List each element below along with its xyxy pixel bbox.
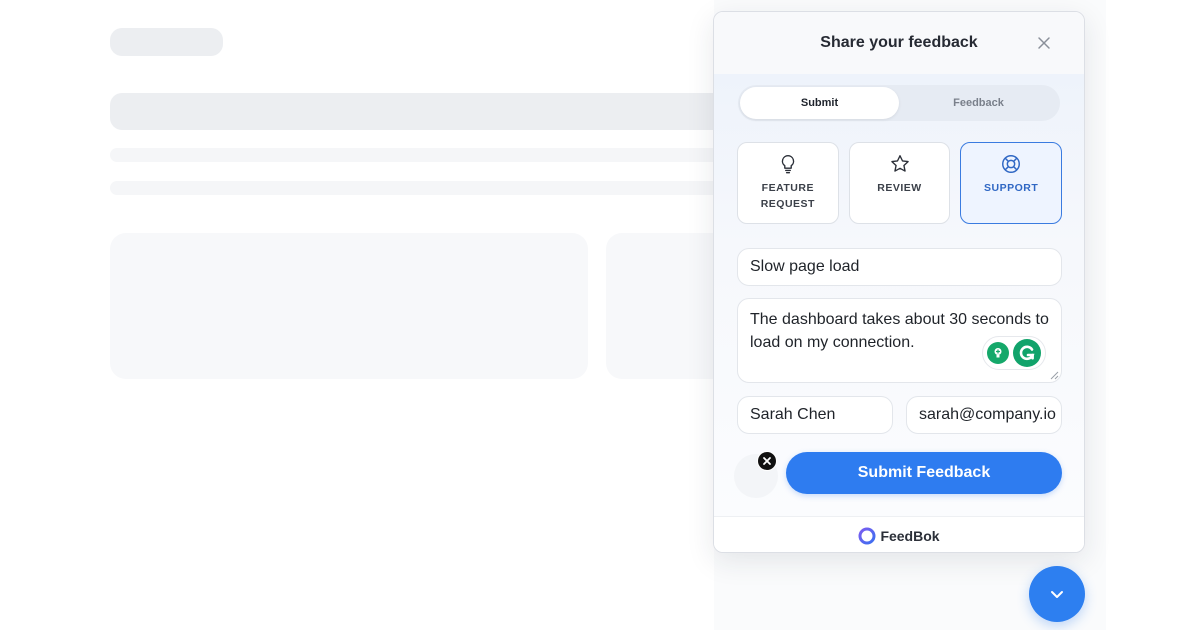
resize-handle-icon[interactable] <box>1050 371 1059 380</box>
type-review-label: REVIEW <box>877 182 922 194</box>
skeleton-bar <box>110 93 730 130</box>
widget-body: Submit Feedback FEATURE REQUEST REVIEW S… <box>714 74 1084 516</box>
skeleton-pill <box>110 28 223 56</box>
widget-title: Share your feedback <box>820 34 978 51</box>
type-feature-request-label: FEATURE REQUEST <box>760 182 815 210</box>
close-icon[interactable] <box>1034 33 1054 53</box>
feedback-type-group: FEATURE REQUEST REVIEW SUPPORT <box>737 142 1063 224</box>
feedbok-logo-icon <box>858 527 876 544</box>
subject-input[interactable]: Slow page load <box>737 248 1062 286</box>
collapse-widget-button[interactable] <box>1029 566 1085 622</box>
type-support-label: SUPPORT <box>984 182 1039 194</box>
type-review-button[interactable]: REVIEW <box>848 142 951 224</box>
skeleton-line <box>110 148 730 162</box>
email-input[interactable]: sarah@company.io <box>906 396 1062 434</box>
grammarly-logo-icon[interactable] <box>1013 339 1041 367</box>
brand-name: FeedBok <box>880 527 940 544</box>
widget-footer: FeedBok <box>714 516 1084 552</box>
skeleton-card <box>110 233 588 379</box>
page: Share your feedback Submit Feedback FEAT… <box>0 0 1200 630</box>
tab-feedback[interactable]: Feedback <box>899 87 1058 119</box>
lightbulb-icon <box>781 155 795 174</box>
name-input[interactable]: Sarah Chen <box>737 396 893 434</box>
chevron-down-icon <box>1051 591 1063 598</box>
type-support-button[interactable]: SUPPORT <box>960 142 1063 224</box>
star-icon <box>890 155 909 172</box>
type-feature-request-button[interactable]: FEATURE REQUEST <box>737 142 839 224</box>
tab-submit[interactable]: Submit <box>740 87 899 119</box>
remove-attachment-icon[interactable] <box>757 451 777 471</box>
feedback-widget: Share your feedback Submit Feedback FEAT… <box>713 11 1085 553</box>
lifebuoy-icon <box>1002 155 1021 173</box>
widget-header: Share your feedback <box>714 12 1084 74</box>
tab-switcher: Submit Feedback <box>738 85 1060 121</box>
grammarly-widget[interactable] <box>982 336 1046 370</box>
skeleton-line <box>110 181 730 195</box>
submit-feedback-button[interactable]: Submit Feedback <box>786 452 1062 494</box>
grammarly-bulb-icon[interactable] <box>987 342 1009 364</box>
